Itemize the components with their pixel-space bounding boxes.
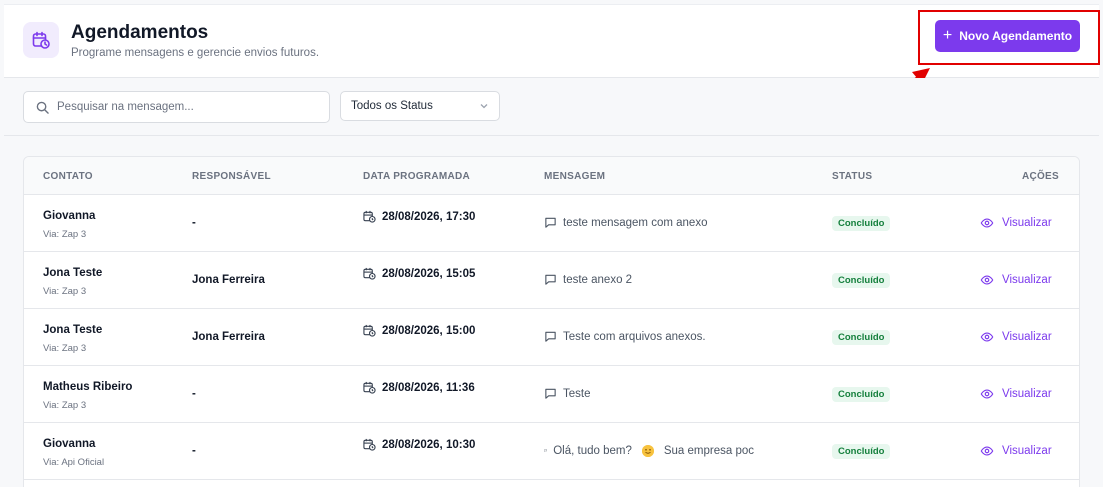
message-text-continued: Sua empresa poc — [663, 444, 754, 457]
eye-icon — [980, 332, 994, 342]
view-label: Visualizar — [1002, 274, 1052, 286]
message-icon — [545, 217, 556, 228]
page-subtitle: Programe mensagens e gerencie envios fut… — [71, 47, 320, 59]
column-header-message: MENSAGEM — [544, 171, 606, 182]
scheduled-date-text: 28/08/2026, 15:05 — [382, 267, 476, 280]
search-input[interactable] — [57, 101, 317, 113]
view-button[interactable]: Visualizar — [980, 216, 1052, 230]
responsible-name: - — [192, 217, 196, 229]
scheduled-date-text: 28/08/2026, 17:30 — [382, 210, 476, 223]
search-icon — [36, 101, 49, 114]
table-row: Giovanna Via: Api Oficial - 28/08/2026, … — [24, 423, 1079, 480]
view-label: Visualizar — [1002, 331, 1052, 343]
calendar-clock-icon — [363, 267, 376, 280]
scheduled-date: 28/08/2026, 15:00 — [363, 324, 475, 337]
responsible-name: Jona Ferreira — [192, 274, 265, 286]
eye-icon — [980, 218, 994, 228]
responsible-name: - — [192, 445, 196, 457]
view-button[interactable]: Visualizar — [980, 387, 1052, 401]
table-row: Jona Teste Via: Zap 3 Jona Ferreira 28/0… — [24, 309, 1079, 366]
calendar-clock-icon — [363, 438, 376, 451]
message-icon — [545, 388, 556, 399]
table-header: CONTATO RESPONSÁVEL DATA PROGRAMADA MENS… — [24, 157, 1079, 195]
schedules-table: CONTATO RESPONSÁVEL DATA PROGRAMADA MENS… — [23, 156, 1080, 487]
contact-channel: Via: Zap 3 — [43, 286, 87, 297]
view-button[interactable]: Visualizar — [980, 273, 1052, 287]
contact-name: Jona Teste — [43, 267, 103, 279]
column-header-status: STATUS — [832, 171, 873, 182]
eye-icon — [980, 389, 994, 399]
message-text: teste anexo 2 — [563, 273, 633, 286]
plus-icon: + — [942, 27, 953, 44]
status-badge: Concluído — [832, 330, 891, 345]
message-preview: Teste com arquivos anexos. — [544, 330, 754, 343]
contact-channel: Via: Zap 3 — [43, 229, 87, 240]
contact-name: Giovanna — [43, 438, 96, 450]
search-box[interactable] — [23, 91, 330, 123]
contact-channel: Via: Zap 3 — [43, 343, 87, 354]
message-preview: teste anexo 2 — [544, 273, 754, 286]
responsible-name: Jona Ferreira — [192, 331, 265, 343]
scheduled-date-text: 28/08/2026, 11:36 — [382, 381, 475, 394]
scheduled-date-text: 28/08/2026, 15:00 — [382, 324, 476, 337]
scheduled-date-text: 28/08/2026, 10:30 — [382, 438, 476, 451]
chevron-down-icon — [480, 104, 488, 109]
page-title: Agendamentos — [71, 22, 209, 43]
table-row: Matheus Ribeiro Via: Zap 3 - 28/08/2026,… — [24, 366, 1079, 423]
message-text: teste mensagem com anexo — [563, 216, 708, 229]
status-badge: Concluído — [832, 387, 891, 402]
contact-channel: Via: Api Oficial — [43, 457, 105, 468]
view-button[interactable]: Visualizar — [980, 330, 1052, 344]
calendar-clock-icon — [23, 22, 59, 58]
view-button[interactable]: Visualizar — [980, 444, 1052, 458]
column-header-contact: CONTATO — [43, 171, 93, 182]
calendar-clock-icon — [363, 210, 376, 223]
eye-icon — [980, 446, 994, 456]
message-text: Olá, tudo bem? — [553, 444, 632, 457]
table-row: Jona Teste Via: Zap 3 Jona Ferreira 28/0… — [24, 252, 1079, 309]
scheduled-date: 28/08/2026, 10:30 — [363, 438, 475, 451]
new-schedule-label: Novo Agendamento — [959, 29, 1073, 43]
eye-icon — [980, 275, 994, 285]
message-preview: Teste — [544, 387, 754, 400]
filter-bar: Todos os Status — [4, 78, 1099, 136]
message-preview: Olá, tudo bem? Sua empresa poc — [544, 444, 754, 457]
column-header-responsible: RESPONSÁVEL — [192, 171, 271, 182]
status-badge: Concluído — [832, 444, 891, 459]
scheduled-date: 28/08/2026, 17:30 — [363, 210, 475, 223]
view-label: Visualizar — [1002, 388, 1052, 400]
new-schedule-button[interactable]: + Novo Agendamento — [935, 20, 1080, 52]
status-badge: Concluído — [832, 216, 891, 231]
scheduled-date: 28/08/2026, 11:36 — [363, 381, 475, 394]
smile-emoji-icon — [641, 444, 654, 457]
calendar-clock-icon — [363, 324, 376, 337]
contact-name: Giovanna — [43, 210, 96, 222]
status-badge: Concluído — [832, 273, 891, 288]
responsible-name: - — [192, 388, 196, 400]
status-filter-value: Todos os Status — [351, 100, 433, 112]
message-icon — [545, 331, 556, 342]
column-header-date: DATA PROGRAMADA — [363, 171, 471, 182]
column-header-actions: AÇÕES — [1021, 171, 1059, 182]
contact-channel: Via: Zap 3 — [43, 400, 87, 411]
contact-name: Jona Teste — [43, 324, 103, 336]
status-filter-select[interactable]: Todos os Status — [340, 91, 500, 121]
view-label: Visualizar — [1002, 445, 1052, 457]
message-preview: teste mensagem com anexo — [544, 216, 754, 229]
scheduled-date: 28/08/2026, 15:05 — [363, 267, 475, 280]
table-row: Giovanna Via: Zap 3 - 28/08/2026, 17:30 … — [24, 195, 1079, 252]
view-label: Visualizar — [1002, 217, 1052, 229]
message-icon — [545, 274, 556, 285]
message-text: Teste com arquivos anexos. — [563, 330, 706, 343]
message-text: Teste — [563, 387, 591, 400]
message-icon — [544, 449, 547, 452]
calendar-clock-icon — [363, 381, 376, 394]
contact-name: Matheus Ribeiro — [43, 381, 133, 393]
